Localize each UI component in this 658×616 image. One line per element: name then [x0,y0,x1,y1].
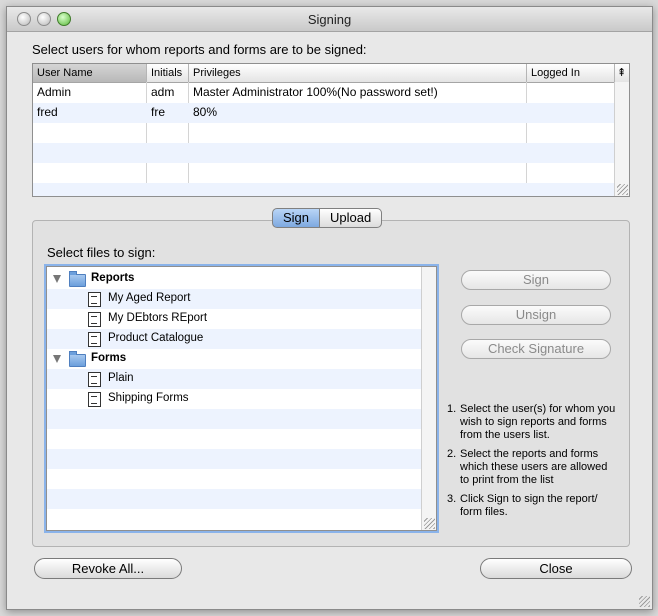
folder-icon [69,271,86,287]
table-row[interactable]: fred fre 80% [33,103,615,123]
tree-group-reports[interactable]: Reports [47,269,421,289]
title-bar[interactable]: Signing [7,7,652,32]
user-privileges-cell: 80% [193,105,218,119]
disclosure-triangle-icon[interactable] [53,275,61,283]
sort-toggle-icon[interactable]: ⇞ [615,64,629,82]
signing-window: Signing Select users for whom reports an… [6,6,653,610]
users-instruction: Select users for whom reports and forms … [32,42,367,57]
document-icon [88,292,101,307]
users-scrollbar[interactable] [614,82,629,196]
empty-row [47,489,421,509]
user-initials-cell: adm [151,85,175,99]
files-resize-grip[interactable] [424,518,435,529]
document-icon [88,332,101,347]
document-icon [88,392,101,407]
list-item[interactable]: My Aged Report [47,289,421,309]
empty-row [47,469,421,489]
instruction-text: Click Sign to sign the report/ form file… [460,493,598,518]
users-resize-grip[interactable] [617,184,628,195]
window-resize-grip[interactable] [639,596,650,607]
empty-row [47,509,421,529]
unsign-button[interactable]: Unsign [461,305,611,325]
users-table-header: User Name Initials Privileges Logged In … [33,64,629,83]
file-label: Plain [108,372,134,384]
file-label: My Aged Report [108,292,191,304]
document-icon [88,312,101,327]
folder-icon [69,351,86,367]
empty-row [47,449,421,469]
tree-group-forms[interactable]: Forms [47,349,421,369]
disclosure-triangle-icon[interactable] [53,355,61,363]
empty-row [47,429,421,449]
file-label: Product Catalogue [108,332,204,344]
column-privileges[interactable]: Privileges [189,64,527,82]
column-user-name[interactable]: User Name [33,64,147,82]
user-name-cell: fred [37,105,58,119]
group-label: Forms [91,352,127,364]
check-signature-button[interactable]: Check Signature [461,339,611,359]
tab-sign[interactable]: Sign [272,208,321,228]
empty-row [33,163,615,183]
instruction-step: Select the reports and forms which these… [447,448,619,487]
sign-button[interactable]: Sign [461,270,611,290]
empty-row [47,409,421,429]
user-initials-cell: fre [151,105,166,119]
column-initials[interactable]: Initials [147,64,189,82]
document-icon [88,372,101,387]
files-scrollbar[interactable] [421,267,436,530]
list-item[interactable]: Product Catalogue [47,329,421,349]
list-item[interactable]: Plain [47,369,421,389]
column-logged-in[interactable]: Logged In [527,64,615,82]
instructions-list: Select the user(s) for whom you wish to … [447,403,619,525]
close-button[interactable]: Close [480,558,632,579]
group-label: Reports [91,272,135,284]
instruction-text: Select the reports and forms which these… [460,448,608,486]
window-title: Signing [307,12,352,27]
mode-tabs: Sign Upload [272,208,383,228]
empty-row [33,143,615,163]
file-label: My DEbtors REport [108,312,208,324]
tab-upload[interactable]: Upload [320,208,383,228]
instruction-step: Click Sign to sign the report/ form file… [447,493,619,519]
users-table[interactable]: User Name Initials Privileges Logged In … [32,63,630,197]
empty-row [33,183,615,196]
file-label: Shipping Forms [108,392,189,404]
revoke-all-button[interactable]: Revoke All... [34,558,182,579]
user-privileges-cell: Master Administrator 100%(No password se… [193,85,438,99]
empty-row [33,123,615,143]
user-name-cell: Admin [37,85,72,99]
instruction-text: Select the user(s) for whom you wish to … [460,403,616,441]
files-list[interactable]: Reports My Aged Report My DEbtors REport… [46,266,437,531]
list-item[interactable]: My DEbtors REport [47,309,421,329]
files-instruction: Select files to sign: [47,245,156,260]
list-item[interactable]: Shipping Forms [47,389,421,409]
instruction-step: Select the user(s) for whom you wish to … [447,403,619,442]
table-row[interactable]: Admin adm Master Administrator 100%(No p… [33,83,615,103]
